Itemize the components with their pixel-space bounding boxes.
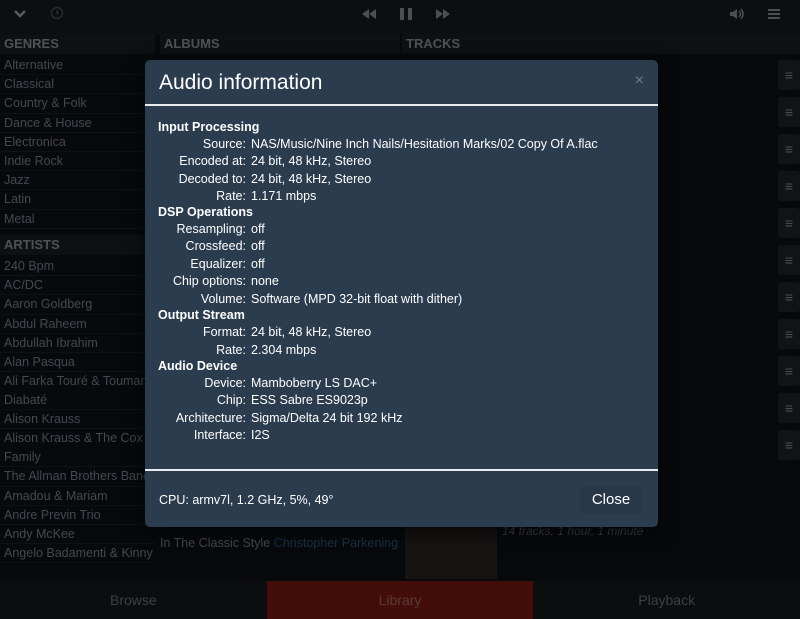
info-label: Rate: [216,189,246,203]
section-heading: Audio Device [158,359,238,373]
cpu-info: CPU: armv7l, 1.2 GHz, 5%, 49° [159,493,334,507]
info-label: Decoded to: [178,172,246,186]
close-icon[interactable]: × [635,72,644,90]
info-label: Volume: [200,292,246,306]
info-label: Equalizer: [190,257,246,271]
info-label: Chip options: [173,274,246,288]
section-heading: Input Processing [158,120,260,134]
info-value: 24 bit, 48 kHz, Stereo [251,172,372,186]
info-label: Device: [204,376,246,390]
info-value: ESS Sabre ES9023p [251,393,368,407]
info-label: Format: [202,325,246,339]
header-divider [145,104,658,106]
footer-divider [145,469,658,471]
info-label: Crossfeed: [185,239,246,253]
info-value: NAS/Music/Nine Inch Nails/Hesitation Mar… [251,137,598,151]
info-label: Rate: [216,343,246,357]
modal-title: Audio information [159,71,323,94]
info-value: Mamboberry LS DAC+ [251,376,378,390]
info-value: 24 bit, 48 kHz, Stereo [251,154,372,168]
info-value: 1.171 mbps [251,189,317,203]
info-label: Interface: [193,428,246,442]
info-value: Software (MPD 32-bit float with dither) [251,292,463,306]
info-label: Chip: [216,393,246,407]
modal-body: Input Processing Source: NAS/Music/Nine I… [145,107,658,469]
info-value: 2.304 mbps [251,343,317,357]
section-heading: Output Stream [158,308,245,322]
info-label: Encoded at: [179,154,246,168]
section-heading: DSP Operations [158,205,253,219]
info-value: off [251,222,265,236]
close-button[interactable]: Close [580,486,642,514]
audio-info-modal: Audio information × Input Processing Sou… [145,60,658,527]
info-value: Sigma/Delta 24 bit 192 kHz [251,411,403,425]
info-value: I2S [251,428,270,442]
info-value: none [251,274,279,288]
info-value: off [251,257,265,271]
info-value: off [251,239,265,253]
info-label: Architecture: [175,411,246,425]
info-label: Source: [202,137,246,151]
info-value: 24 bit, 48 kHz, Stereo [251,325,372,339]
info-label: Resampling: [176,222,246,236]
